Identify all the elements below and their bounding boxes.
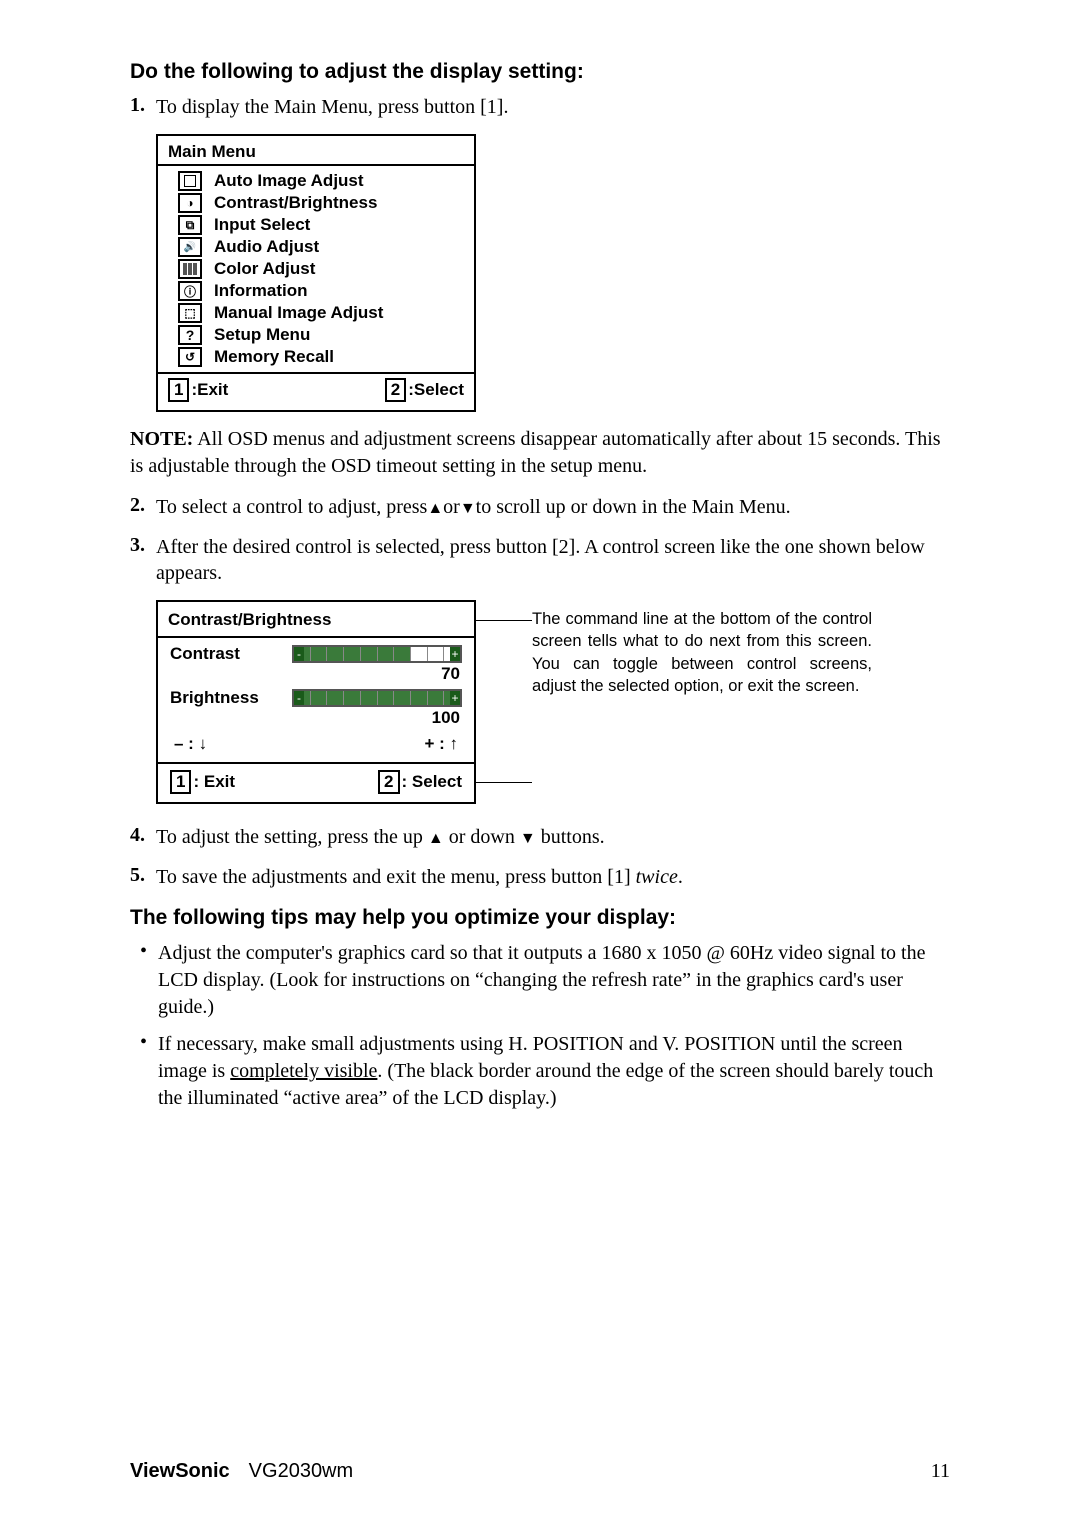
key-1-icon: 1 [168,378,189,402]
osd-item-label: Audio Adjust [214,237,319,257]
note-text: All OSD menus and adjustment screens dis… [130,428,941,477]
step-1-text: To display the Main Menu, press button [… [156,94,950,120]
completely-visible-underline: completely visible [230,1060,377,1082]
up-triangle-icon: ▲ [428,830,444,847]
step-4-text: To adjust the setting, press the up ▲ or… [156,824,950,850]
twice-emphasis: twice [636,866,678,888]
osd-item: Audio Adjust [158,236,474,258]
page-number: 11 [931,1460,950,1483]
step-2-text: To select a control to adjust, press▲or▼… [156,494,950,520]
auto-image-icon [178,171,202,191]
note-label: NOTE: [130,428,193,450]
step-3-num: 3. [130,534,156,586]
cb-minus-label: – : [174,734,199,753]
osd-item-label: Auto Image Adjust [214,171,364,191]
cb-brightness-label: Brightness [170,688,270,708]
cb-contrast-value: 70 [170,664,460,684]
page-footer: ViewSonic VG2030wm 11 [130,1460,950,1483]
cb-footer: 1: Exit 2: Select [158,764,474,802]
osd-item-label: Contrast/Brightness [214,193,377,213]
heading-adjust: Do the following to adjust the display s… [130,60,950,84]
osd-item-list: Auto Image Adjust Contrast/Brightness In… [158,164,474,374]
osd-main-menu: Main Menu Auto Image Adjust Contrast/Bri… [156,134,476,412]
tip-1: • Adjust the computer's graphics card so… [140,940,950,1021]
input-select-icon [178,215,202,235]
tip-1-text: Adjust the computer's graphics card so t… [158,940,950,1021]
cb-contrast-label: Contrast [170,644,270,664]
step-2: 2. To select a control to adjust, press▲… [130,494,950,520]
bullet-icon: • [140,940,158,1021]
step-3-text: After the desired control is selected, p… [156,534,950,586]
control-screen-caption: The command line at the bottom of the co… [532,608,872,697]
manual-image-icon [178,303,202,323]
osd-item-label: Manual Image Adjust [214,303,383,323]
step-5-num: 5. [130,864,156,890]
osd-item-label: Input Select [214,215,310,235]
cb-brightness-value: 100 [170,708,460,728]
osd-title: Main Menu [158,136,474,164]
osd-item: Auto Image Adjust [158,170,474,192]
minus-icon: - [294,691,304,705]
down-arrow-icon: ↓ [199,734,208,753]
osd-item: Setup Menu [158,324,474,346]
step-3: 3. After the desired control is selected… [130,534,950,586]
step-2-pre: To select a control to adjust, press [156,496,427,518]
heading-tips: The following tips may help you optimize… [130,906,950,930]
setup-menu-icon [178,325,202,345]
osd-item: Manual Image Adjust [158,302,474,324]
step-1: 1. To display the Main Menu, press butto… [130,94,950,120]
up-arrow-icon: ↑ [450,734,459,753]
osd-item-label: Setup Menu [214,325,310,345]
osd-footer: 1:Exit 2:Select [158,374,474,410]
key-2-icon: 2 [385,378,406,402]
cb-contrast-row: Contrast - + 70 [170,644,462,684]
osd-item-label: Color Adjust [214,259,315,279]
memory-recall-icon [178,347,202,367]
cb-brightness-row: Brightness - + 100 [170,688,462,728]
osd-exit-label: :Exit [191,380,228,399]
key-1-icon: 1 [170,770,191,794]
cb-exit-label: : Exit [193,772,235,791]
step-5-text: To save the adjustments and exit the men… [156,864,950,890]
up-triangle-icon: ▲ [427,500,443,517]
osd-item-label: Memory Recall [214,347,334,367]
step-2-num: 2. [130,494,156,520]
cb-plus-label: + : [424,734,449,753]
cb-title: Contrast/Brightness [158,602,474,636]
information-icon [178,281,202,301]
osd-item: Information [158,280,474,302]
contrast-brightness-icon [178,193,202,213]
down-triangle-icon: ▼ [520,830,536,847]
osd-item-label: Information [214,281,308,301]
step-2-post: to scroll up or down in the Main Menu. [476,496,791,518]
key-2-icon: 2 [378,770,399,794]
minus-icon: - [294,647,304,661]
step-4-num: 4. [130,824,156,850]
osd-select-label: :Select [408,380,464,399]
plus-icon: + [450,647,460,661]
bullet-icon: • [140,1031,158,1112]
cb-command-line: – : ↓ + : ↑ [170,732,462,756]
cb-select-label: : Select [402,772,462,791]
step-5: 5. To save the adjustments and exit the … [130,864,950,890]
footer-model: VG2030wm [249,1460,354,1482]
down-triangle-icon: ▼ [460,500,476,517]
note-paragraph: NOTE: All OSD menus and adjustment scree… [130,426,950,480]
footer-brand: ViewSonic [130,1460,230,1482]
tip-2: • If necessary, make small adjustments u… [140,1031,950,1112]
color-adjust-icon [178,259,202,279]
step-1-num: 1. [130,94,156,120]
plus-icon: + [450,691,460,705]
osd-item: Contrast/Brightness [158,192,474,214]
contrast-slider: - + [292,645,462,663]
osd-item: Input Select [158,214,474,236]
osd-item: Color Adjust [158,258,474,280]
control-screen-contrast-brightness: Contrast/Brightness Contrast - + 70 Brig… [156,600,476,804]
step-2-mid: or [443,496,460,518]
osd-item: Memory Recall [158,346,474,368]
brightness-slider: - + [292,689,462,707]
audio-adjust-icon [178,237,202,257]
step-4: 4. To adjust the setting, press the up ▲… [130,824,950,850]
tip-2-text: If necessary, make small adjustments usi… [158,1031,950,1112]
